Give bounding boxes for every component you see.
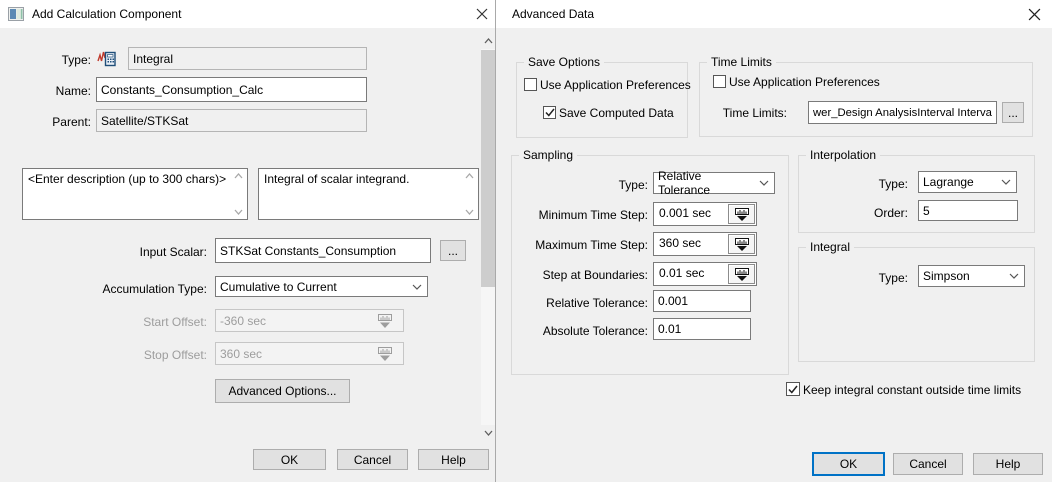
type-description-box[interactable]: Integral of scalar integrand.: [258, 168, 479, 220]
time-limits-label: Time Limits:: [723, 106, 787, 121]
relative-tolerance-label: Relative Tolerance:: [546, 296, 648, 311]
advanced-data-dialog: Advanced Data Save Options Use Applicati…: [496, 0, 1052, 482]
scroll-down-icon: [465, 209, 474, 215]
integral-type-label: Type:: [879, 271, 908, 286]
time-spinner-button[interactable]: [728, 204, 755, 224]
time-limits-browse-button[interactable]: ...: [1002, 102, 1024, 123]
screen: Add Calculation Component Type: Integral…: [0, 0, 1052, 482]
save-computed-data-label: Save Computed Data: [559, 106, 674, 120]
time-spinner-button[interactable]: [728, 234, 755, 254]
input-scalar-label: Input Scalar:: [140, 245, 207, 260]
scrollbar-down-icon[interactable]: [481, 425, 495, 441]
calculation-scalar-icon: [97, 49, 117, 68]
integral-type-select[interactable]: Simpson: [918, 265, 1025, 287]
time-limits-use-app-prefs-checkbox[interactable]: [713, 75, 726, 88]
save-computed-data-checkbox[interactable]: [543, 106, 556, 119]
time-limits-group: Time Limits: [699, 62, 1033, 137]
cancel-button[interactable]: Cancel: [893, 453, 963, 475]
max-time-step-field[interactable]: 360 sec: [653, 232, 757, 256]
parent-label: Parent:: [52, 115, 91, 130]
ok-button[interactable]: OK: [253, 449, 326, 470]
time-spinner-icon: [733, 267, 751, 282]
type-label: Type:: [62, 53, 91, 68]
min-time-step-field[interactable]: 0.001 sec: [653, 202, 757, 226]
time-spinner-icon: [375, 313, 395, 329]
left-titlebar: Add Calculation Component: [0, 0, 495, 28]
help-button[interactable]: Help: [973, 453, 1043, 475]
help-button[interactable]: Help: [418, 449, 489, 470]
keep-integral-label: Keep integral constant outside time limi…: [803, 383, 1021, 397]
chevron-down-icon: [759, 180, 769, 186]
use-app-prefs-checkbox[interactable]: [524, 78, 537, 91]
step-at-boundaries-field[interactable]: 0.01 sec: [653, 262, 757, 286]
check-icon: [788, 385, 798, 394]
keep-integral-checkbox[interactable]: [786, 382, 800, 396]
step-at-boundaries-label: Step at Boundaries:: [543, 268, 648, 283]
check-icon: [545, 108, 555, 117]
scroll-up-icon: [465, 173, 474, 179]
chevron-down-icon: [412, 284, 422, 290]
description-input[interactable]: <Enter description (up to 300 chars)>: [22, 168, 248, 220]
stop-offset-label: Stop Offset:: [144, 348, 207, 363]
time-limits-use-app-prefs-label: Use Application Preferences: [729, 75, 880, 89]
name-label: Name:: [56, 84, 91, 99]
input-scalar-browse-button[interactable]: ...: [440, 240, 466, 261]
interpolation-order-label: Order:: [874, 206, 908, 221]
time-spinner-icon: [733, 207, 751, 222]
advanced-options-button[interactable]: Advanced Options...: [215, 379, 350, 403]
right-titlebar: Advanced Data: [496, 0, 1052, 28]
relative-tolerance-input[interactable]: [653, 290, 751, 312]
right-close-icon[interactable]: [1022, 3, 1046, 25]
add-calculation-component-dialog: Add Calculation Component Type: Integral…: [0, 0, 496, 482]
max-time-step-label: Maximum Time Step:: [535, 238, 648, 253]
left-close-icon[interactable]: [470, 3, 494, 25]
vertical-scrollbar[interactable]: [481, 33, 495, 441]
start-offset-label: Start Offset:: [143, 315, 207, 330]
use-app-prefs-label: Use Application Preferences: [540, 78, 691, 92]
interpolation-type-select[interactable]: Lagrange: [918, 171, 1017, 193]
interpolation-group: Interpolation: [798, 155, 1035, 233]
min-time-step-label: Minimum Time Step:: [539, 208, 648, 223]
start-offset-field: -360 sec: [215, 309, 404, 332]
time-limits-input[interactable]: [808, 101, 997, 124]
chevron-down-icon: [1009, 273, 1019, 279]
left-dialog-title: Add Calculation Component: [32, 7, 181, 21]
scroll-down-icon: [234, 209, 243, 215]
scrollbar-up-icon[interactable]: [481, 33, 495, 49]
time-spinner-button[interactable]: [728, 264, 755, 284]
cancel-button[interactable]: Cancel: [337, 449, 408, 470]
time-spinner-icon: [733, 237, 751, 252]
name-input[interactable]: [96, 77, 367, 102]
scrollbar-thumb[interactable]: [481, 50, 495, 287]
window-icon: [8, 7, 24, 21]
chevron-down-icon: [1001, 179, 1011, 185]
ok-button[interactable]: OK: [812, 452, 885, 476]
type-field: Integral: [128, 47, 367, 70]
scroll-up-icon: [234, 173, 243, 179]
interpolation-type-label: Type:: [879, 177, 908, 192]
sampling-type-select[interactable]: Relative Tolerance: [653, 172, 775, 194]
sampling-type-label: Type:: [619, 178, 648, 193]
accumulation-type-label: Accumulation Type:: [102, 282, 207, 297]
absolute-tolerance-input[interactable]: [653, 318, 751, 340]
right-dialog-title: Advanced Data: [512, 7, 594, 21]
stop-offset-field: 360 sec: [215, 342, 404, 365]
parent-field: Satellite/STKSat: [96, 109, 367, 132]
interpolation-order-input[interactable]: [918, 200, 1018, 221]
save-options-group: Save Options: [516, 62, 688, 138]
accumulation-type-select[interactable]: Cumulative to Current: [215, 276, 428, 297]
absolute-tolerance-label: Absolute Tolerance:: [543, 324, 648, 339]
input-scalar-input[interactable]: [215, 238, 431, 263]
time-spinner-icon: [375, 346, 395, 362]
